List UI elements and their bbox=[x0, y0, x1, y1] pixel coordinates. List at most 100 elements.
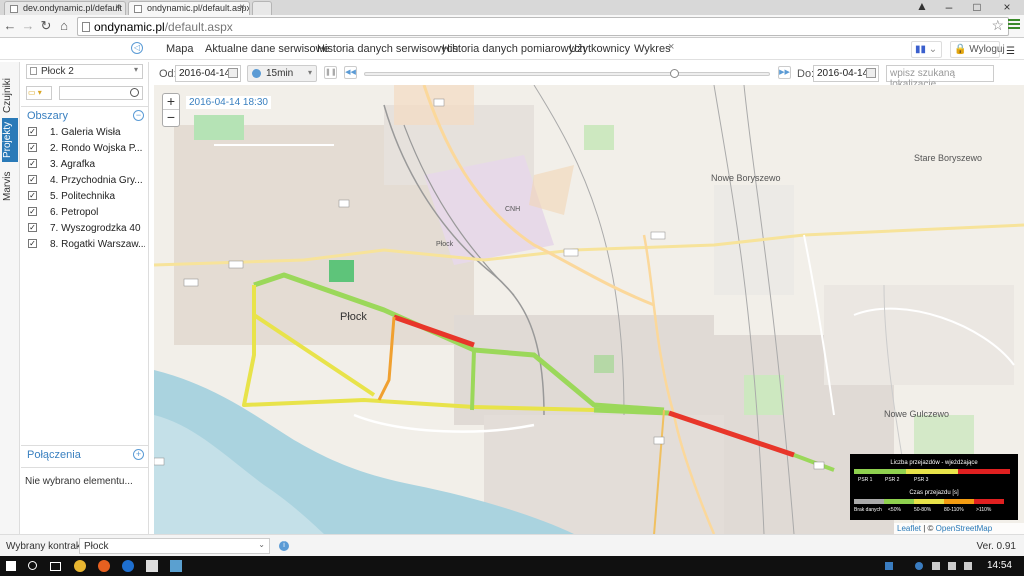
project-select[interactable]: Płock 2 ▾ bbox=[26, 64, 143, 79]
forward-icon[interactable]: → bbox=[20, 18, 36, 34]
checkbox[interactable]: ✓ bbox=[28, 239, 37, 248]
to-date-input[interactable]: 2016-04-14 bbox=[813, 65, 879, 82]
tab-marvis[interactable]: Marvis bbox=[2, 166, 18, 206]
keyboard-icon[interactable] bbox=[948, 562, 956, 570]
search-icon[interactable] bbox=[130, 88, 139, 97]
list-item[interactable]: ✓ 8. Rogatki Warszaw... bbox=[25, 237, 145, 253]
collapse-areas-icon[interactable]: − bbox=[133, 110, 144, 121]
connections-empty-text: Nie wybrano elementu... bbox=[25, 476, 133, 487]
tab-projekty[interactable]: Projekty bbox=[2, 118, 18, 162]
nav-mapa[interactable]: Mapa bbox=[166, 43, 194, 55]
list-item[interactable]: ✓ 7. Wyszogrodzka 40 bbox=[25, 221, 145, 237]
url-path: /default.aspx bbox=[164, 20, 233, 34]
nav-historia-serwisowa[interactable]: Historia danych serwisowych bbox=[317, 43, 458, 55]
list-item[interactable]: ✓ 3. Agrafka bbox=[25, 157, 145, 173]
interval-select[interactable]: 15min ▾ bbox=[247, 65, 317, 82]
time-slider-handle[interactable] bbox=[670, 69, 679, 78]
list-item[interactable]: ✓ 2. Rondo Wojska P... bbox=[25, 141, 145, 157]
reload-icon[interactable]: ↻ bbox=[38, 18, 54, 34]
leaflet-link[interactable]: Leaflet bbox=[897, 524, 921, 533]
map-view[interactable]: + − 2016-04-14 18:30 Płock Nowe Boryszew… bbox=[154, 85, 1024, 534]
window-close-icon[interactable]: × bbox=[992, 0, 1022, 14]
store-icon[interactable] bbox=[146, 560, 158, 572]
info-icon[interactable]: i bbox=[279, 541, 289, 551]
calendar-icon[interactable] bbox=[866, 68, 876, 78]
folder-filter-icon[interactable]: ▭ ▾ bbox=[26, 86, 52, 100]
url-input[interactable]: ondynamic.pl/default.aspx bbox=[77, 17, 1009, 36]
tray-icon[interactable] bbox=[885, 562, 893, 570]
nav-aktualne-dane[interactable]: Aktualne dane serwisowe bbox=[205, 43, 330, 55]
legend-bar-gt110 bbox=[974, 499, 1004, 504]
area-label: 8. Rogatki Warszaw... bbox=[50, 239, 145, 250]
new-tab-button[interactable] bbox=[252, 1, 272, 15]
minimize-icon[interactable]: – bbox=[934, 0, 964, 14]
close-icon[interactable]: × bbox=[115, 2, 121, 13]
bookmark-star-icon[interactable]: ☆ bbox=[991, 17, 1004, 34]
expand-connections-icon[interactable]: + bbox=[133, 449, 144, 460]
district-label: Nowe Gulczewo bbox=[884, 409, 950, 419]
chart-dropdown-button[interactable]: ▮▮ ⌄ bbox=[911, 41, 942, 58]
legend-count-title: Liczba przejazdów - wjeżdżające bbox=[890, 460, 978, 466]
windows-start-icon[interactable] bbox=[6, 561, 16, 571]
network-icon[interactable] bbox=[915, 562, 923, 570]
checkbox[interactable]: ✓ bbox=[28, 207, 37, 216]
close-icon[interactable]: × bbox=[239, 2, 245, 13]
rewind-icon[interactable]: ◀◀ bbox=[344, 66, 357, 79]
checkbox[interactable]: ✓ bbox=[28, 143, 37, 152]
checkbox[interactable]: ✓ bbox=[28, 175, 37, 184]
list-item[interactable]: ✓ 1. Galeria Wisła bbox=[25, 125, 145, 141]
list-item[interactable]: ✓ 4. Przychodnia Gry... bbox=[25, 173, 145, 189]
attribution-sep: | © bbox=[921, 524, 936, 533]
firefox-icon[interactable] bbox=[98, 560, 110, 572]
battery-icon[interactable] bbox=[964, 562, 972, 570]
lock-icon: 🔒 bbox=[954, 44, 967, 55]
maximize-icon[interactable]: □ bbox=[962, 0, 992, 14]
area-label: 1. Galeria Wisła bbox=[50, 127, 121, 138]
zoom-in-button[interactable]: + bbox=[163, 94, 179, 110]
contract-select[interactable]: Płock ⌄ bbox=[79, 538, 270, 554]
close-wykres-icon[interactable]: × bbox=[668, 41, 674, 53]
location-search-input[interactable]: wpisz szukaną lokalizację bbox=[886, 65, 994, 90]
edge-icon[interactable] bbox=[122, 560, 134, 572]
checkbox[interactable]: ✓ bbox=[28, 127, 37, 136]
volume-icon[interactable] bbox=[932, 562, 940, 570]
panel-search-input[interactable] bbox=[59, 86, 143, 100]
checkbox[interactable]: ✓ bbox=[28, 191, 37, 200]
zoom-out-button[interactable]: − bbox=[163, 110, 179, 126]
chrome-icon[interactable] bbox=[74, 560, 86, 572]
time-slider[interactable] bbox=[364, 72, 770, 76]
collapse-panel-icon[interactable]: ◁ bbox=[131, 42, 143, 54]
back-icon[interactable]: ← bbox=[2, 18, 18, 34]
browser-tab-main[interactable]: ondynamic.pl/default.aspx × bbox=[128, 1, 250, 15]
home-icon[interactable]: ⌂ bbox=[56, 18, 72, 34]
tab-czujniki[interactable]: Czujniki bbox=[2, 72, 18, 118]
nav-wykres[interactable]: Wykres bbox=[634, 43, 671, 55]
legend-bar-psr2 bbox=[906, 469, 958, 474]
play-icon[interactable] bbox=[252, 69, 261, 78]
user-icon[interactable]: ▲ bbox=[907, 0, 937, 13]
browser-tab-dev[interactable]: dev.ondynamic.pl/default × bbox=[4, 1, 126, 15]
list-item[interactable]: ✓ 6. Petropol bbox=[25, 205, 145, 221]
calendar-icon[interactable] bbox=[228, 68, 238, 78]
area-label: 5. Politechnika bbox=[50, 191, 116, 202]
menu-icon[interactable]: ☰ bbox=[1006, 46, 1015, 57]
osm-link[interactable]: OpenStreetMap bbox=[936, 524, 992, 533]
fast-forward-icon[interactable]: ▶▶ bbox=[778, 66, 791, 79]
legend-label: 80-110% bbox=[944, 507, 964, 513]
browser-tab-strip: dev.ondynamic.pl/default × ondynamic.pl/… bbox=[0, 0, 1024, 15]
from-date-input[interactable]: 2016-04-14 bbox=[175, 65, 241, 82]
contract-value: Płock bbox=[84, 541, 109, 552]
logout-button[interactable]: 🔒 Wyloguj bbox=[950, 41, 1005, 58]
nav-uzytkownicy[interactable]: Użytkownicy bbox=[569, 43, 630, 55]
page-icon bbox=[10, 5, 18, 13]
checkbox[interactable]: ✓ bbox=[28, 159, 37, 168]
search-icon[interactable] bbox=[28, 561, 37, 570]
divider bbox=[21, 467, 149, 468]
explorer-icon[interactable] bbox=[170, 560, 182, 572]
list-item[interactable]: ✓ 5. Politechnika bbox=[25, 189, 145, 205]
pause-icon[interactable]: ❚❚ bbox=[324, 66, 337, 79]
checkbox[interactable]: ✓ bbox=[28, 223, 37, 232]
nav-historia-pomiarowa[interactable]: Historia danych pomiarowych bbox=[442, 43, 586, 55]
browser-menu-icon[interactable] bbox=[1008, 18, 1020, 30]
task-view-icon[interactable] bbox=[50, 562, 61, 571]
